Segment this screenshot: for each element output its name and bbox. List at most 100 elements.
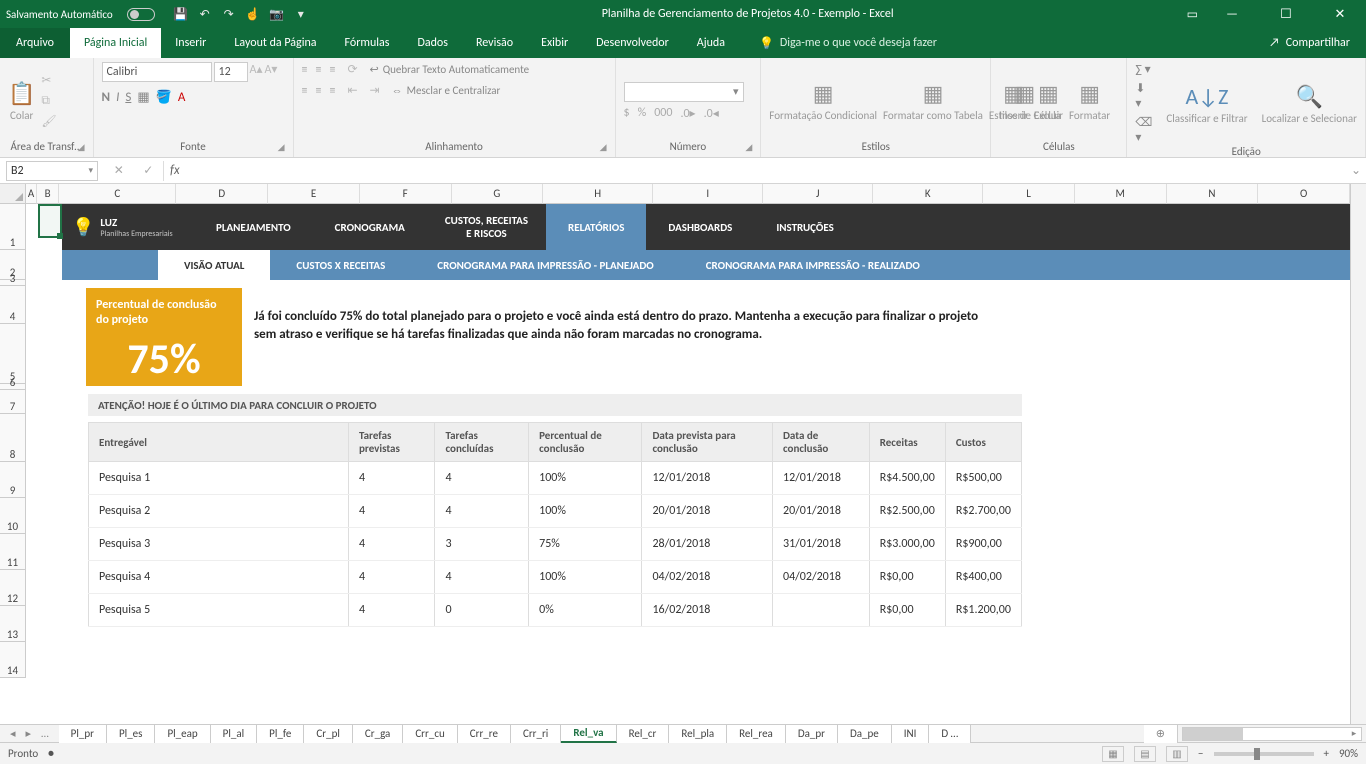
name-box[interactable]: B2▾ (6, 161, 98, 181)
nav-relatorios[interactable]: RELATÓRIOS (546, 204, 646, 250)
sheet-tab[interactable]: Pl_fe (257, 725, 304, 743)
table-cell[interactable]: 4 (349, 495, 435, 528)
table-cell[interactable]: 16/02/2018 (642, 594, 773, 627)
subnav-visao-atual[interactable]: VISÃO ATUAL (158, 250, 270, 280)
zoom-level[interactable]: 90% (1339, 747, 1358, 760)
col-header[interactable]: B (37, 184, 59, 204)
table-cell[interactable]: 4 (435, 495, 529, 528)
file-tab[interactable]: Arquivo (0, 28, 70, 58)
table-cell[interactable]: 28/01/2018 (642, 528, 773, 561)
tab-formulas[interactable]: Fórmulas (331, 28, 404, 58)
fill-icon[interactable]: ⬇ ▾ (1135, 81, 1152, 111)
select-all-corner[interactable] (0, 184, 26, 204)
font-size-input[interactable] (214, 62, 248, 82)
tab-view[interactable]: Exibir (527, 28, 582, 58)
percent-icon[interactable]: % (638, 106, 647, 121)
sort-filter-button[interactable]: A↓ZClassificar e Filtrar (1166, 83, 1247, 125)
merge-button[interactable]: ⇔Mesclar e Centralizar (392, 84, 501, 97)
decrease-font-icon[interactable]: A▾ (264, 62, 277, 82)
save-icon[interactable]: 💾 (173, 6, 189, 22)
sheet-tab[interactable]: Cr_ga (353, 725, 403, 743)
zoom-slider[interactable] (1214, 752, 1314, 756)
sheet-tab[interactable]: Pl_al (211, 725, 257, 743)
sheet-tab[interactable]: Crr_re (458, 725, 511, 743)
tab-list-icon[interactable]: … (37, 727, 53, 740)
autosave-toggle[interactable] (127, 8, 155, 21)
tab-insert[interactable]: Inserir (161, 28, 220, 58)
number-format-select[interactable]: ▾ (624, 82, 744, 102)
tab-scroll-first-icon[interactable]: ◂ (6, 727, 20, 740)
row-header[interactable]: 10 (0, 498, 26, 534)
table-cell[interactable]: 0% (529, 594, 642, 627)
table-cell[interactable]: 100% (529, 561, 642, 594)
tab-data[interactable]: Dados (403, 28, 461, 58)
table-cell[interactable]: 75% (529, 528, 642, 561)
nav-instrucoes[interactable]: INSTRUÇÕES (754, 204, 855, 250)
tab-scroll-prev-icon[interactable]: ▸ (22, 727, 36, 740)
table-cell[interactable]: R$1.200,00 (945, 594, 1021, 627)
col-header[interactable]: I (653, 184, 763, 204)
undo-icon[interactable]: ↶ (197, 6, 213, 22)
share-button[interactable]: ↗Compartilhar (1253, 28, 1366, 58)
table-cell[interactable]: 20/01/2018 (642, 495, 773, 528)
table-cell[interactable]: R$900,00 (945, 528, 1021, 561)
nav-planejamento[interactable]: PLANEJAMENTO (194, 204, 313, 250)
table-cell[interactable]: 31/01/2018 (773, 528, 870, 561)
align-bottom-icon[interactable]: ≡ (329, 63, 335, 77)
redo-icon[interactable]: ↷ (221, 6, 237, 22)
nav-custos[interactable]: CUSTOS, RECEITASE RISCOS (427, 204, 546, 250)
fx-icon[interactable]: fx (170, 163, 180, 178)
add-sheet-button[interactable]: ⊕ (1144, 725, 1178, 743)
sheet-tab[interactable]: Pl_es (107, 725, 155, 743)
currency-icon[interactable]: $ (624, 106, 630, 121)
cut-icon[interactable]: ✂ (41, 73, 56, 88)
clear-icon[interactable]: ⌫ ▾ (1135, 115, 1152, 145)
table-cell[interactable]: 20/01/2018 (773, 495, 870, 528)
table-cell[interactable]: Pesquisa 3 (89, 528, 349, 561)
sheet-tab[interactable]: Crr_cu (403, 725, 457, 743)
table-cell[interactable]: Pesquisa 1 (89, 462, 349, 495)
table-cell[interactable]: 4 (435, 462, 529, 495)
table-cell[interactable]: 4 (349, 462, 435, 495)
table-cell[interactable]: Pesquisa 2 (89, 495, 349, 528)
format-as-table-button[interactable]: ▦Formatar como Tabela (883, 80, 983, 122)
delete-cells-button[interactable]: ▦Excluir (1034, 80, 1063, 122)
zoom-in-icon[interactable]: + (1324, 747, 1329, 760)
table-cell[interactable]: 0 (435, 594, 529, 627)
confirm-formula-icon[interactable]: ✓ (143, 163, 153, 178)
minimize-button[interactable]: — (1212, 7, 1252, 22)
paste-button[interactable]: 📋Colar (8, 80, 35, 122)
table-cell[interactable]: 4 (349, 528, 435, 561)
col-header[interactable]: A (26, 184, 37, 204)
subnav-crono-realizado[interactable]: CRONOGRAMA PARA IMPRESSÃO - REALIZADO (680, 250, 946, 280)
row-header[interactable]: 11 (0, 534, 26, 570)
decrease-decimal-icon[interactable]: .0◂ (704, 106, 719, 121)
view-page-layout-icon[interactable]: ▤ (1134, 746, 1156, 762)
italic-icon[interactable]: I (116, 90, 119, 105)
sheet-tab[interactable]: Rel_pla (669, 725, 727, 743)
col-header[interactable]: M (1075, 184, 1167, 204)
qat-dropdown-icon[interactable]: ▾ (293, 6, 309, 22)
table-cell[interactable]: 04/02/2018 (773, 561, 870, 594)
tab-home[interactable]: Página Inicial (70, 28, 161, 58)
font-name-input[interactable] (102, 62, 212, 82)
border-icon[interactable]: ▦ (137, 90, 149, 105)
col-header[interactable]: L (983, 184, 1075, 204)
subnav-custos-receitas[interactable]: CUSTOS X RECEITAS (270, 250, 411, 280)
row-header[interactable]: 7 (0, 390, 26, 414)
table-cell[interactable]: 12/01/2018 (642, 462, 773, 495)
expand-formula-bar-icon[interactable]: ⌄ (1346, 163, 1366, 178)
align-center-icon[interactable]: ≡ (315, 84, 321, 98)
conditional-format-button[interactable]: ▦Formatação Condicional (769, 80, 877, 122)
table-cell[interactable]: 4 (435, 561, 529, 594)
col-header[interactable]: F (360, 184, 452, 204)
format-cells-button[interactable]: ▦Formatar (1069, 80, 1110, 122)
table-cell[interactable]: 3 (435, 528, 529, 561)
increase-font-icon[interactable]: A▴ (250, 62, 263, 82)
table-cell[interactable]: R$500,00 (945, 462, 1021, 495)
table-cell[interactable]: R$0,00 (869, 594, 945, 627)
row-header[interactable]: 13 (0, 606, 26, 642)
macro-record-icon[interactable]: ⏺ (48, 747, 54, 761)
sheet-tab[interactable]: INI (892, 725, 930, 743)
sheet-tab[interactable]: Rel_va (561, 725, 616, 743)
